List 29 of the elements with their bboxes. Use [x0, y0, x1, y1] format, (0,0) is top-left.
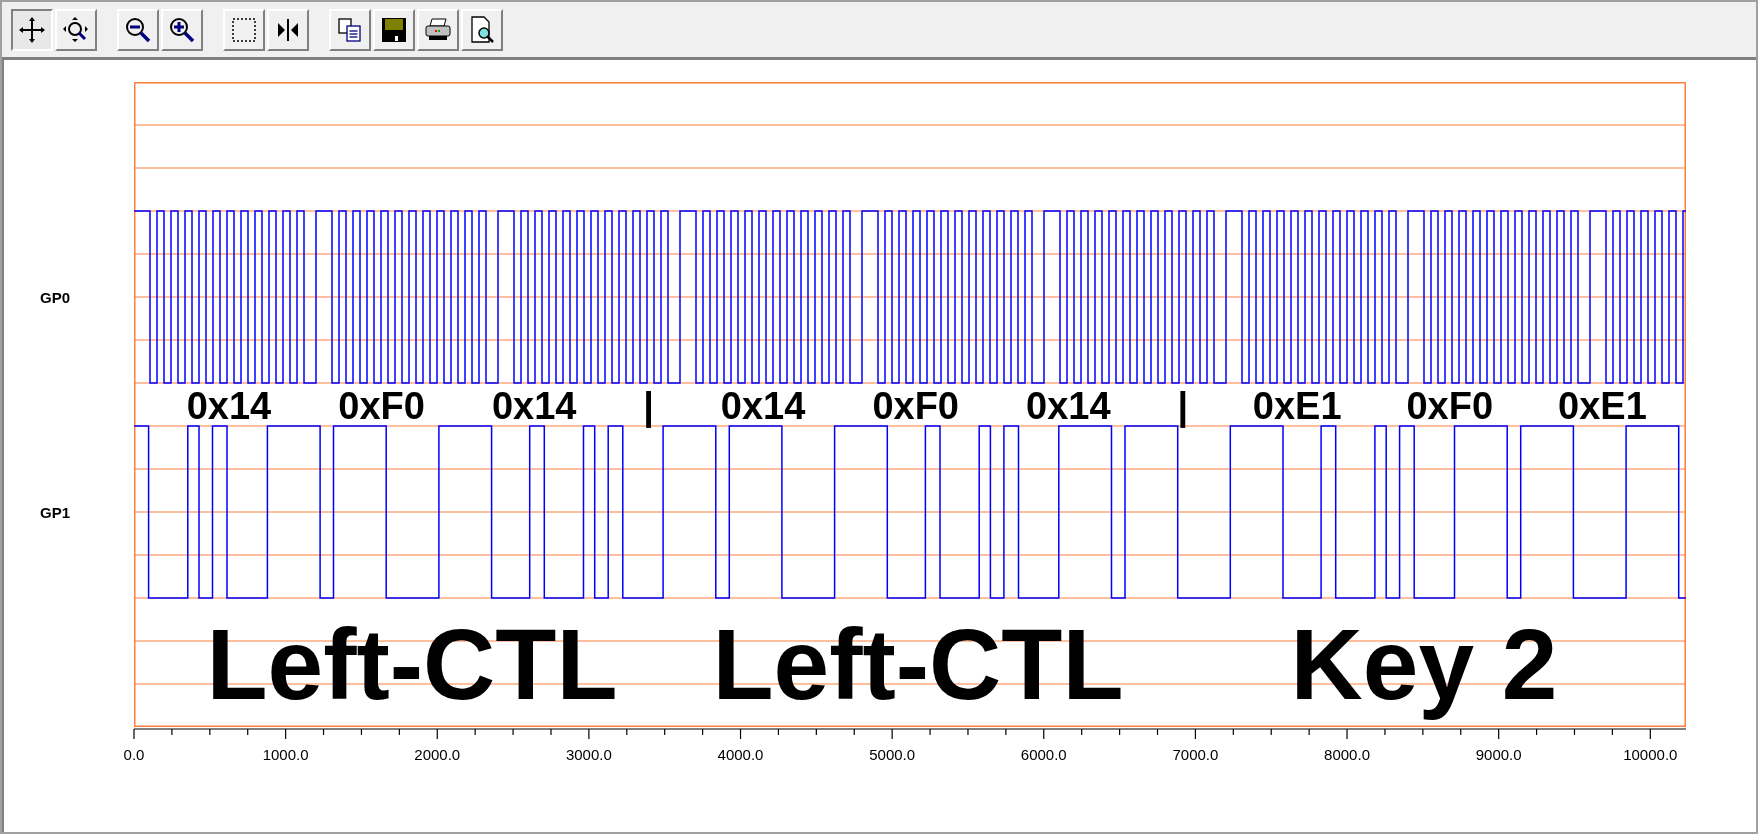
byte-label: 0xF0	[338, 385, 425, 427]
byte-label: 0xF0	[1406, 385, 1494, 427]
annotation-text: Key 2	[1290, 608, 1558, 720]
axis-tick-label: 5000.0	[869, 746, 916, 763]
axis-tick-label: 0.0	[123, 746, 145, 763]
axis-tick-label: 6000.0	[1020, 746, 1067, 763]
byte-label: 0x14	[1026, 385, 1111, 427]
separator-mark: |	[643, 385, 654, 427]
axis-tick-label: 7000.0	[1172, 746, 1219, 763]
byte-label: 0x14	[491, 385, 577, 427]
channel-label: GP0	[39, 288, 71, 306]
byte-label: 0xF0	[872, 385, 959, 427]
byte-label: 0xE1	[1558, 385, 1647, 427]
byte-label: 0xE1	[1252, 385, 1342, 427]
annotation-text: Left-CTL	[206, 608, 618, 720]
channel-label: GP1	[39, 503, 71, 521]
separator-mark: |	[1177, 385, 1189, 427]
byte-label: 0x14	[720, 385, 806, 427]
byte-label: 0x14	[186, 385, 272, 427]
axis-tick-label: 4000.0	[717, 746, 764, 763]
annotation-text: Left-CTL	[712, 608, 1124, 720]
axis-tick-label: 8000.0	[1324, 746, 1370, 763]
zoom-icon	[61, 14, 91, 45]
axis-tick-label: 9000.0	[1475, 746, 1522, 763]
toolbar-button[interactable]	[11, 8, 53, 51]
axis-tick-label: 3000.0	[565, 746, 612, 763]
axis-tick-label: 1000.0	[262, 746, 309, 763]
axis-tick-label: 2000.0	[414, 746, 461, 763]
axis-tick-label: 10000.0	[1623, 746, 1678, 763]
